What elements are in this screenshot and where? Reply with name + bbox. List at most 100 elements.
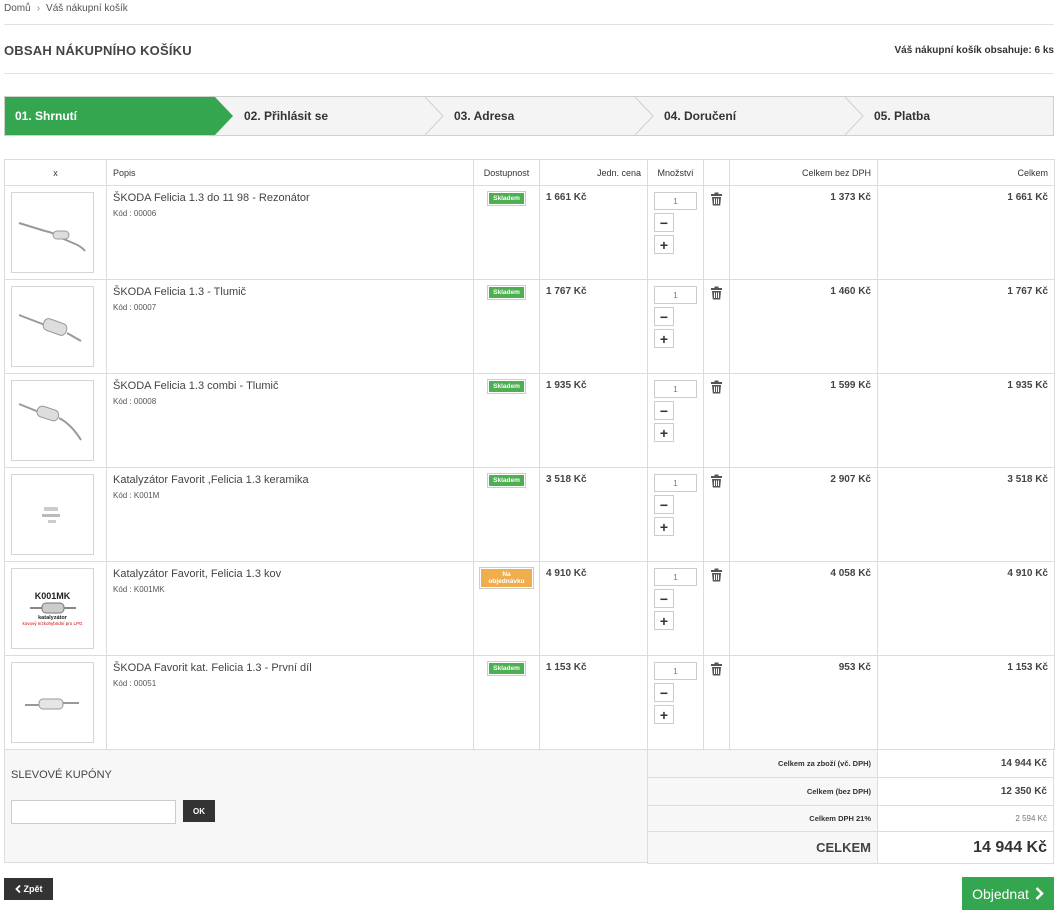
row-total: 1 935 Kč xyxy=(1007,380,1048,391)
column-header-availability: Dostupnost xyxy=(473,159,540,186)
trash-icon[interactable] xyxy=(710,192,723,206)
trash-icon[interactable] xyxy=(710,474,723,488)
availability-badge: Na objednávku xyxy=(479,567,534,589)
checkout-steps: 01. Shrnutí 02. Přihlásit se 03. Adresa … xyxy=(4,96,1054,136)
unit-price: 1 153 Kč xyxy=(546,662,587,673)
availability-badge: Skladem xyxy=(487,379,526,394)
back-button[interactable]: Zpět xyxy=(4,878,53,900)
chevron-right-icon xyxy=(634,97,654,135)
table-header: x Popis Dostupnost Jedn. cena Množství C… xyxy=(4,159,1055,186)
product-thumb-cell xyxy=(4,373,107,468)
column-header-total-excl-vat: Celkem bez DPH xyxy=(729,159,878,186)
increase-quantity-button[interactable]: + xyxy=(654,423,674,442)
product-thumb-cell xyxy=(4,185,107,280)
product-name-link[interactable]: Katalyzátor Favorit ,Felicia 1.3 keramik… xyxy=(113,474,467,486)
order-button[interactable]: Objednat xyxy=(962,877,1054,910)
product-name-link[interactable]: Katalyzátor Favorit, Felicia 1.3 kov xyxy=(113,568,467,580)
step-login[interactable]: 02. Přihlásit se xyxy=(244,97,424,135)
decrease-quantity-button[interactable]: − xyxy=(654,683,674,702)
page-title: OBSAH NÁKUPNÍHO KOŠÍKU xyxy=(4,43,192,58)
decrease-quantity-button[interactable]: − xyxy=(654,589,674,608)
summary-row: Celkem DPH 21% 2 594 Kč xyxy=(647,805,1054,832)
product-thumb-cell: K001MK katalyzátor kovový nízkohybridní … xyxy=(4,561,107,656)
row-total: 1 153 Kč xyxy=(1007,662,1048,673)
trash-icon[interactable] xyxy=(710,568,723,582)
column-header-description: Popis xyxy=(106,159,474,186)
quantity-input[interactable] xyxy=(654,662,697,680)
product-name-link[interactable]: ŠKODA Felicia 1.3 combi - Tlumič xyxy=(113,380,467,392)
total-excl-vat: 4 058 Kč xyxy=(830,568,871,579)
product-name-link[interactable]: ŠKODA Felicia 1.3 do 11 98 - Rezonátor xyxy=(113,192,467,204)
breadcrumb-current: Váš nákupní košík xyxy=(46,3,128,14)
chevron-left-icon xyxy=(14,885,21,893)
coupon-ok-button[interactable]: OK xyxy=(183,800,215,822)
pipe-part-image xyxy=(24,698,79,709)
quantity-input[interactable] xyxy=(654,286,697,304)
summary-row: Celkem (bez DPH) 12 350 Kč xyxy=(647,777,1054,806)
table-row: Katalyzátor Favorit ,Felicia 1.3 keramik… xyxy=(4,467,1055,562)
table-row: K001MK katalyzátor kovový nízkohybridní … xyxy=(4,561,1055,656)
step-delivery[interactable]: 04. Doručení xyxy=(664,97,844,135)
increase-quantity-button[interactable]: + xyxy=(654,235,674,254)
decrease-quantity-button[interactable]: − xyxy=(654,495,674,514)
product-image[interactable] xyxy=(11,662,94,743)
increase-quantity-button[interactable]: + xyxy=(654,329,674,348)
product-image[interactable] xyxy=(11,286,94,367)
product-image[interactable] xyxy=(11,380,94,461)
availability-badge: Skladem xyxy=(487,473,526,488)
table-row: ŠKODA Felicia 1.3 do 11 98 - Rezonátor Kó… xyxy=(4,185,1055,280)
breadcrumb-separator: › xyxy=(36,3,41,14)
step-summary[interactable]: 01. Shrnutí xyxy=(5,97,233,135)
decrease-quantity-button[interactable]: − xyxy=(654,307,674,326)
chevron-right-icon xyxy=(844,97,864,135)
summary-total-value: 14 944 Kč xyxy=(877,831,1054,864)
breadcrumb: Domů › Váš nákupní košík xyxy=(4,3,128,14)
back-button-label: Zpět xyxy=(23,884,43,894)
breadcrumb-home-link[interactable]: Domů xyxy=(4,3,31,14)
product-code: Kód : 00007 xyxy=(113,303,157,312)
total-excl-vat: 953 Kč xyxy=(838,662,871,673)
increase-quantity-button[interactable]: + xyxy=(654,611,674,630)
quantity-input[interactable] xyxy=(654,192,697,210)
row-total: 3 518 Kč xyxy=(1007,474,1048,485)
product-image[interactable]: K001MK katalyzátor kovový nízkohybridní … xyxy=(11,568,94,649)
product-name-link[interactable]: ŠKODA Favorit kat. Felicia 1.3 - První d… xyxy=(113,662,467,674)
product-name-link[interactable]: ŠKODA Felicia 1.3 - Tlumič xyxy=(113,286,467,298)
summary-label: Celkem DPH 21% xyxy=(647,805,878,832)
unit-price: 1 661 Kč xyxy=(546,192,587,203)
trash-icon[interactable] xyxy=(710,380,723,394)
product-image-code: K001MK xyxy=(34,591,71,601)
step-address[interactable]: 03. Adresa xyxy=(454,97,634,135)
column-header-unit-price: Jedn. cena xyxy=(539,159,648,186)
summary-value: 12 350 Kč xyxy=(877,777,1054,806)
summary-total-label: CELKEM xyxy=(647,831,878,864)
row-total: 1 661 Kč xyxy=(1007,192,1048,203)
product-code: Kód : K001MK xyxy=(113,585,165,594)
muffler-part-image xyxy=(18,402,82,441)
catalyst-part-image xyxy=(41,506,60,523)
summary-value: 14 944 Kč xyxy=(877,749,1054,778)
step-payment[interactable]: 05. Platba xyxy=(874,97,1054,135)
trash-icon[interactable] xyxy=(710,662,723,676)
product-image-subcaption: kovový nízkohybridní pro LPG xyxy=(22,621,83,626)
product-code: Kód : K001M xyxy=(113,491,160,500)
chevron-right-icon xyxy=(424,97,444,135)
decrease-quantity-button[interactable]: − xyxy=(654,401,674,420)
product-image[interactable] xyxy=(11,192,94,273)
summary-total-row: CELKEM 14 944 Kč xyxy=(647,831,1054,864)
row-total: 1 767 Kč xyxy=(1007,286,1048,297)
trash-icon[interactable] xyxy=(710,286,723,300)
divider xyxy=(4,24,1054,25)
quantity-input[interactable] xyxy=(654,568,697,586)
product-thumb-cell xyxy=(4,279,107,374)
total-excl-vat: 1 373 Kč xyxy=(830,192,871,203)
coupon-input[interactable] xyxy=(11,800,176,824)
product-thumb-cell xyxy=(4,655,107,750)
summary-label: Celkem za zboží (vč. DPH) xyxy=(647,749,878,778)
quantity-input[interactable] xyxy=(654,474,697,492)
decrease-quantity-button[interactable]: − xyxy=(654,213,674,232)
increase-quantity-button[interactable]: + xyxy=(654,705,674,724)
quantity-input[interactable] xyxy=(654,380,697,398)
product-image[interactable] xyxy=(11,474,94,555)
increase-quantity-button[interactable]: + xyxy=(654,517,674,536)
